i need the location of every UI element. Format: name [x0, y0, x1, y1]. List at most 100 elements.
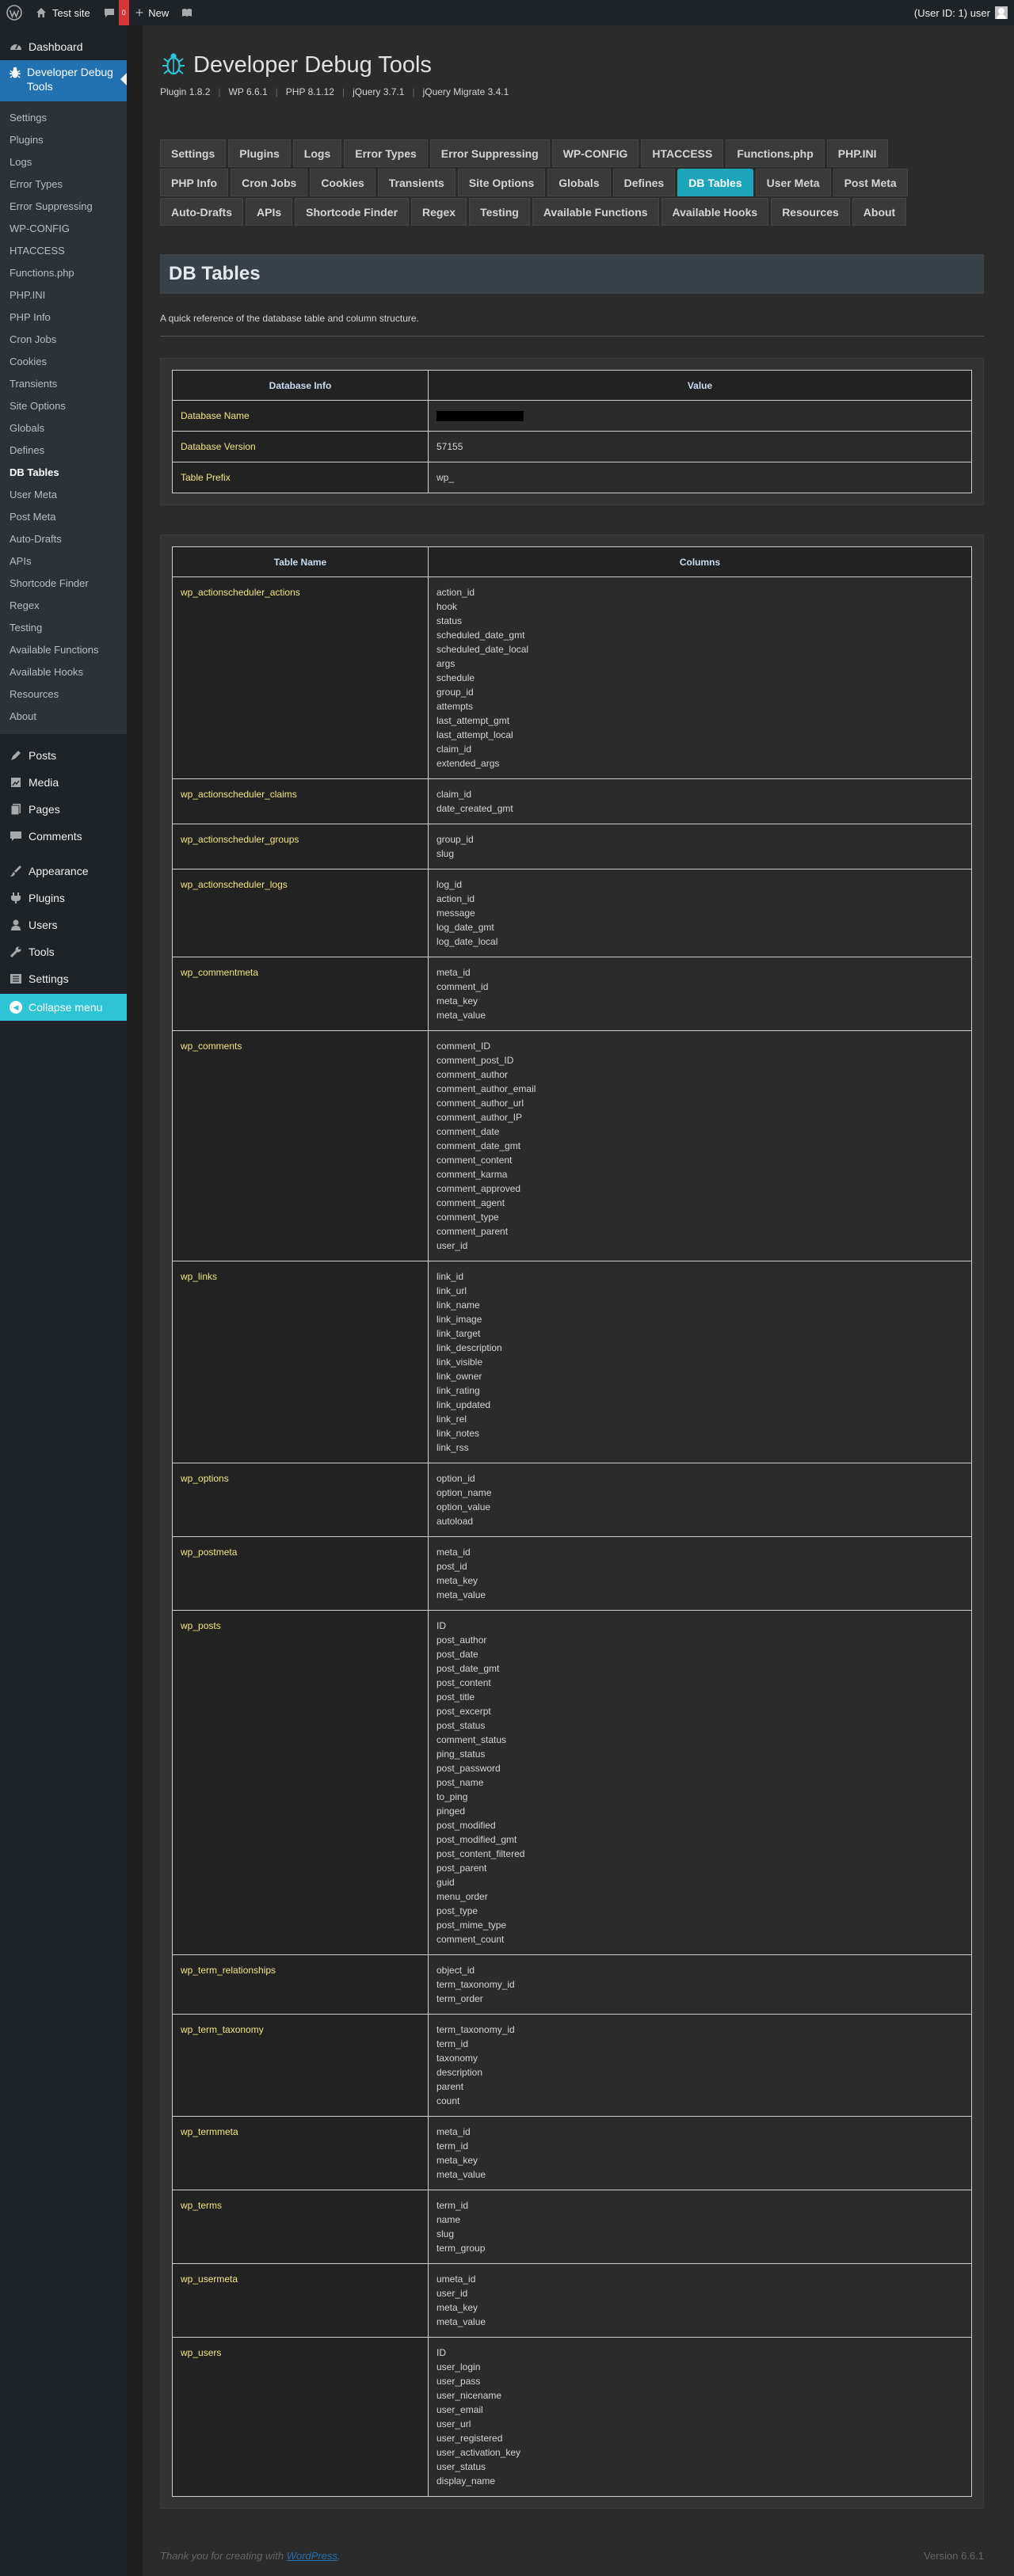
tab-plugins[interactable]: Plugins — [228, 139, 291, 167]
menu-media[interactable]: Media — [0, 769, 127, 796]
tab-regex[interactable]: Regex — [411, 198, 467, 226]
menu-plugins[interactable]: Plugins — [0, 885, 127, 911]
comments-link[interactable]: 0 — [97, 0, 129, 25]
tab-cookies[interactable]: Cookies — [310, 169, 375, 196]
submenu-item-regex[interactable]: Regex — [0, 595, 127, 617]
version-separator: | — [412, 86, 415, 97]
table-row: Table Prefix wp_ — [172, 462, 972, 493]
column-name: link_updated — [436, 1399, 491, 1410]
tab-shortcode-finder[interactable]: Shortcode Finder — [295, 198, 410, 226]
submenu-item-php-ini[interactable]: PHP.INI — [0, 284, 127, 306]
submenu-item-post-meta[interactable]: Post Meta — [0, 506, 127, 528]
tab-php-ini[interactable]: PHP.INI — [826, 139, 888, 167]
column-name: link_target — [436, 1328, 481, 1339]
column-name: term_id — [436, 2140, 469, 2152]
plugin-adminbar-link[interactable] — [175, 0, 199, 25]
submenu-item-globals[interactable]: Globals — [0, 417, 127, 439]
tab-cron-jobs[interactable]: Cron Jobs — [231, 169, 308, 196]
menu-posts[interactable]: Posts — [0, 742, 127, 769]
submenu-item-cookies[interactable]: Cookies — [0, 351, 127, 373]
comments-icon — [8, 828, 24, 844]
redacted-value — [436, 411, 524, 422]
column-name: display_name — [436, 2475, 496, 2487]
menu-label: Pages — [29, 803, 60, 816]
submenu-item-db-tables[interactable]: DB Tables — [0, 462, 127, 484]
my-account-link[interactable]: (User ID: 1) user — [908, 0, 1014, 25]
submenu-item-defines[interactable]: Defines — [0, 439, 127, 462]
submenu-item-apis[interactable]: APIs — [0, 550, 127, 573]
tab-settings[interactable]: Settings — [160, 139, 227, 167]
submenu-item-logs[interactable]: Logs — [0, 151, 127, 173]
menu-appearance[interactable]: Appearance — [0, 858, 127, 885]
submenu-item-transients[interactable]: Transients — [0, 373, 127, 395]
submenu-item-user-meta[interactable]: User Meta — [0, 484, 127, 506]
tab-logs[interactable]: Logs — [292, 139, 342, 167]
tab-db-tables[interactable]: DB Tables — [677, 169, 753, 196]
submenu-item-available-hooks[interactable]: Available Hooks — [0, 661, 127, 683]
tab-available-hooks[interactable]: Available Hooks — [661, 198, 769, 226]
tab-post-meta[interactable]: Post Meta — [833, 169, 908, 196]
submenu-item-error-types[interactable]: Error Types — [0, 173, 127, 196]
tab-about[interactable]: About — [852, 198, 907, 226]
tab-user-meta[interactable]: User Meta — [755, 169, 831, 196]
table-name-cell: wp_termmeta — [172, 2116, 429, 2190]
tab-globals[interactable]: Globals — [547, 169, 611, 196]
submenu-item-plugins[interactable]: Plugins — [0, 129, 127, 151]
column-name: comment_author_email — [436, 1083, 536, 1094]
menu-settings[interactable]: Settings — [0, 965, 127, 992]
table-row: wp_usermeta umeta_id user_id meta_key meta_v… — [172, 2263, 972, 2338]
new-content-link[interactable]: + New — [129, 0, 176, 25]
wordpress-logo-icon[interactable] — [0, 0, 29, 25]
tab-apis[interactable]: APIs — [246, 198, 293, 226]
submenu-item-resources[interactable]: Resources — [0, 683, 127, 706]
tab-testing[interactable]: Testing — [469, 198, 530, 226]
info-value: wp_ — [428, 462, 972, 493]
collapse-menu-button[interactable]: ◀ Collapse menu — [0, 994, 127, 1021]
submenu-item-functions-php[interactable]: Functions.php — [0, 262, 127, 284]
menu-comments[interactable]: Comments — [0, 823, 127, 850]
column-name: meta_key — [436, 2155, 478, 2166]
menu-pages[interactable]: Pages — [0, 796, 127, 823]
menu-tools[interactable]: Tools — [0, 938, 127, 965]
submenu-item-settings[interactable]: Settings — [0, 107, 127, 129]
column-name: post_content — [436, 1677, 491, 1688]
menu-dashboard[interactable]: Dashboard — [0, 33, 127, 60]
submenu-item-error-suppressing[interactable]: Error Suppressing — [0, 196, 127, 218]
submenu-item-shortcode-finder[interactable]: Shortcode Finder — [0, 573, 127, 595]
tab-wp-config[interactable]: WP-CONFIG — [551, 139, 639, 167]
tab-available-functions[interactable]: Available Functions — [532, 198, 659, 226]
tab-auto-drafts[interactable]: Auto-Drafts — [160, 198, 243, 226]
tab-htaccess[interactable]: HTACCESS — [641, 139, 724, 167]
submenu-item-cron-jobs[interactable]: Cron Jobs — [0, 329, 127, 351]
submenu-item-available-functions[interactable]: Available Functions — [0, 639, 127, 661]
bug-icon — [8, 65, 22, 81]
submenu-item-about[interactable]: About — [0, 706, 127, 728]
tab-error-suppressing[interactable]: Error Suppressing — [429, 139, 550, 167]
column-name: comment_author — [436, 1069, 509, 1080]
column-name: group_id — [436, 834, 474, 845]
menu-developer-debug-tools[interactable]: Developer Debug Tools — [0, 60, 127, 101]
column-header: Value — [428, 370, 972, 401]
menu-users[interactable]: Users — [0, 911, 127, 938]
submenu-item-wp-config[interactable]: WP-CONFIG — [0, 218, 127, 240]
tab-error-types[interactable]: Error Types — [344, 139, 428, 167]
tab-resources[interactable]: Resources — [771, 198, 850, 226]
submenu-item-php-info[interactable]: PHP Info — [0, 306, 127, 329]
wordpress-link[interactable]: WordPress — [287, 2550, 337, 2562]
submenu-item-testing[interactable]: Testing — [0, 617, 127, 639]
column-name: post_date_gmt — [436, 1663, 500, 1674]
site-name-link[interactable]: Test site — [29, 0, 97, 25]
table-name-cell: wp_comments — [172, 1030, 429, 1261]
tab-transients[interactable]: Transients — [377, 169, 456, 196]
table-row: wp_term_taxonomy term_taxonomy_id term_id t… — [172, 2014, 972, 2117]
site-name: Test site — [52, 6, 90, 19]
tab-php-info[interactable]: PHP Info — [160, 169, 229, 196]
table-row: wp_comments comment_ID comment_post_ID comm… — [172, 1030, 972, 1261]
submenu-item-htaccess[interactable]: HTACCESS — [0, 240, 127, 262]
submenu-item-auto-drafts[interactable]: Auto-Drafts — [0, 528, 127, 550]
tab-site-options[interactable]: Site Options — [457, 169, 546, 196]
submenu-item-site-options[interactable]: Site Options — [0, 395, 127, 417]
column-name: slug — [436, 2228, 455, 2239]
tab-functions-php[interactable]: Functions.php — [726, 139, 825, 167]
tab-defines[interactable]: Defines — [612, 169, 676, 196]
